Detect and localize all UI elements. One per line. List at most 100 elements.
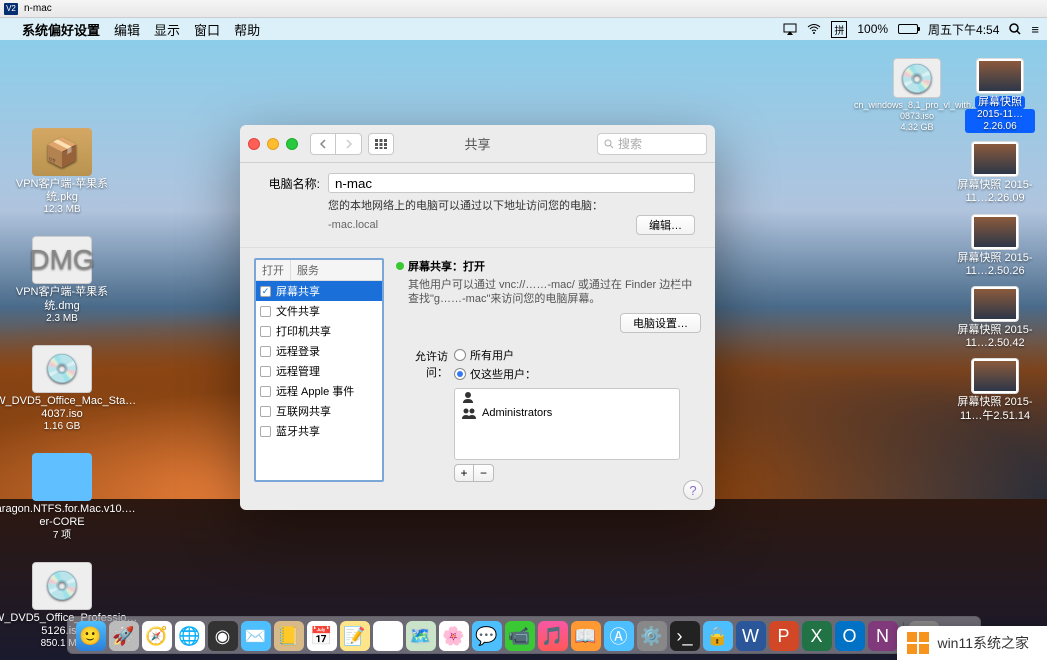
dock-launchpad-icon[interactable]: 🚀 xyxy=(109,621,139,651)
col-on[interactable]: 打开 xyxy=(256,260,291,280)
clock[interactable]: 周五下午4:54 xyxy=(928,21,999,38)
battery-icon[interactable] xyxy=(898,24,918,34)
service-item[interactable]: 打印机共享 xyxy=(256,321,382,341)
status-description: 其他用户可以通过 vnc://……-mac/ 或通过在 Finder 边栏中查找… xyxy=(408,278,701,307)
service-checkbox[interactable] xyxy=(260,366,271,377)
dock-mail-icon[interactable]: ✉️ xyxy=(241,621,271,651)
service-checkbox[interactable] xyxy=(260,346,271,357)
service-label: 屏幕共享 xyxy=(276,283,320,299)
computer-name-input[interactable] xyxy=(328,173,695,193)
battery-percent: 100% xyxy=(857,22,888,36)
airplay-icon[interactable] xyxy=(783,23,797,35)
dock-contacts-icon[interactable]: 📒 xyxy=(274,621,304,651)
edit-hostname-button[interactable]: 编辑… xyxy=(636,215,695,235)
service-checkbox[interactable] xyxy=(260,406,271,417)
service-label: 文件共享 xyxy=(276,303,320,319)
dock-finder-icon[interactable]: 🙂 xyxy=(76,621,106,651)
dock-outlook-icon[interactable]: O xyxy=(835,621,865,651)
dock-vpn-icon[interactable]: 🔒 xyxy=(703,621,733,651)
status-on-icon xyxy=(396,262,404,270)
menu-help[interactable]: 帮助 xyxy=(234,20,260,39)
wifi-icon[interactable] xyxy=(807,24,821,34)
show-all-button[interactable] xyxy=(368,133,394,155)
dmg-icon: DMG xyxy=(32,236,92,284)
dock-itunes-icon[interactable]: 🎵 xyxy=(538,621,568,651)
menu-view[interactable]: 显示 xyxy=(154,20,180,39)
dock-notes-icon[interactable]: 📝 xyxy=(340,621,370,651)
dock-preferences-icon[interactable]: ⚙️ xyxy=(637,621,667,651)
service-label: 远程登录 xyxy=(276,343,320,359)
dock-messages-icon[interactable]: 💬 xyxy=(472,621,502,651)
col-service[interactable]: 服务 xyxy=(291,260,382,280)
service-item[interactable]: 远程 Apple 事件 xyxy=(256,381,382,401)
service-item[interactable]: 蓝牙共享 xyxy=(256,421,382,441)
service-item[interactable]: ✓ 屏幕共享 xyxy=(256,281,382,301)
menu-edit[interactable]: 编辑 xyxy=(114,20,140,39)
desktop-icon-screenshot-selected[interactable]: 屏幕快照 2015-11…2.26.06 xyxy=(965,58,1035,133)
dock-facetime-icon[interactable]: 📹 xyxy=(505,621,535,651)
service-item[interactable]: 远程登录 xyxy=(256,341,382,361)
app-menu[interactable]: 系统偏好设置 xyxy=(22,20,100,39)
service-checkbox[interactable] xyxy=(260,426,271,437)
desktop-icon-win8iso[interactable]: 💿 cn_windows_8.1_pro_vl_with…0873.iso 4.… xyxy=(877,58,957,133)
forward-button[interactable] xyxy=(336,133,362,155)
desktop-icon-iso1[interactable]: 💿 SW_DVD5_Office_Mac_Sta…4037.iso 1.16 G… xyxy=(12,345,112,433)
remove-user-button[interactable]: − xyxy=(474,464,494,482)
dock-dashboard-icon[interactable]: ◉ xyxy=(208,621,238,651)
user-icon xyxy=(461,391,475,403)
minimize-button[interactable] xyxy=(267,138,279,150)
back-button[interactable] xyxy=(310,133,336,155)
radio-all-users[interactable] xyxy=(454,349,466,361)
iso-icon: 💿 xyxy=(893,58,941,98)
service-item[interactable]: 文件共享 xyxy=(256,301,382,321)
desktop-icon-folder[interactable]: Paragon.NTFS.for.Mac.v10.…er-CORE 7 项 xyxy=(12,453,112,541)
maximize-button[interactable] xyxy=(286,138,298,150)
desktop-icon-dmg[interactable]: DMG VPN客户端-苹果系统.dmg 2.3 MB xyxy=(12,236,112,324)
service-checkbox[interactable] xyxy=(260,386,271,397)
desktop-icon-screenshot[interactable]: 屏幕快照 2015-11…2.50.42 xyxy=(955,286,1035,350)
local-hostname: -mac.local xyxy=(328,219,378,231)
dock-reminders-icon[interactable]: ✓ xyxy=(373,621,403,651)
dock-word-icon[interactable]: W xyxy=(736,621,766,651)
site-badge: win11系统之家 xyxy=(897,626,1047,660)
service-item[interactable]: 远程管理 xyxy=(256,361,382,381)
add-user-button[interactable]: + xyxy=(454,464,474,482)
service-checkbox[interactable] xyxy=(260,306,271,317)
service-checkbox[interactable] xyxy=(260,326,271,337)
window-titlebar[interactable]: 共享 搜索 xyxy=(240,125,715,163)
dock-terminal-icon[interactable]: ›_ xyxy=(670,621,700,651)
user-list[interactable]: Administrators xyxy=(454,388,680,460)
desktop-icon-pkg[interactable]: 📦 VPN客户端-苹果系统.pkg 12.3 MB xyxy=(12,128,112,216)
dock-powerpoint-icon[interactable]: P xyxy=(769,621,799,651)
screenshot-icon xyxy=(971,358,1019,394)
dock-ibooks-icon[interactable]: 📖 xyxy=(571,621,601,651)
screenshot-icon xyxy=(971,286,1019,322)
dock-excel-icon[interactable]: X xyxy=(802,621,832,651)
service-label: 远程 Apple 事件 xyxy=(276,383,354,399)
dock-calendar-icon[interactable]: 📅 xyxy=(307,621,337,651)
menu-window[interactable]: 窗口 xyxy=(194,20,220,39)
local-access-text: 您的本地网络上的电脑可以通过以下地址访问您的电脑： xyxy=(328,197,695,213)
notification-center-icon[interactable]: ≡ xyxy=(1031,22,1039,37)
search-input[interactable]: 搜索 xyxy=(597,133,707,155)
desktop-icon-screenshot[interactable]: 屏幕快照 2015-11…2.50.26 xyxy=(955,214,1035,278)
dock-chrome-icon[interactable]: 🌐 xyxy=(175,621,205,651)
spotlight-icon[interactable] xyxy=(1009,23,1021,35)
service-item[interactable]: 互联网共享 xyxy=(256,401,382,421)
help-button[interactable]: ? xyxy=(683,480,703,500)
computer-settings-button[interactable]: 电脑设置… xyxy=(620,313,701,333)
service-detail: 屏幕共享：打开 其他用户可以通过 vnc://……-mac/ 或通过在 Find… xyxy=(396,258,701,482)
desktop-icon-screenshot[interactable]: 屏幕快照 2015-11…午2.51.14 xyxy=(955,358,1035,422)
close-button[interactable] xyxy=(248,138,260,150)
dock-maps-icon[interactable]: 🗺️ xyxy=(406,621,436,651)
dock-appstore-icon[interactable]: Ⓐ xyxy=(604,621,634,651)
input-method-icon[interactable]: 拼 xyxy=(831,21,847,38)
user-row: Administrators xyxy=(455,405,679,421)
dock-safari-icon[interactable]: 🧭 xyxy=(142,621,172,651)
dock-onenote-icon[interactable]: N xyxy=(868,621,898,651)
desktop-icon-screenshot[interactable]: 屏幕快照 2015-11…2.26.09 xyxy=(955,141,1035,205)
service-checkbox[interactable]: ✓ xyxy=(260,286,271,297)
vnc-logo-icon: V2 xyxy=(4,3,18,15)
dock-photos-icon[interactable]: 🌸 xyxy=(439,621,469,651)
radio-only-users[interactable] xyxy=(454,368,466,380)
